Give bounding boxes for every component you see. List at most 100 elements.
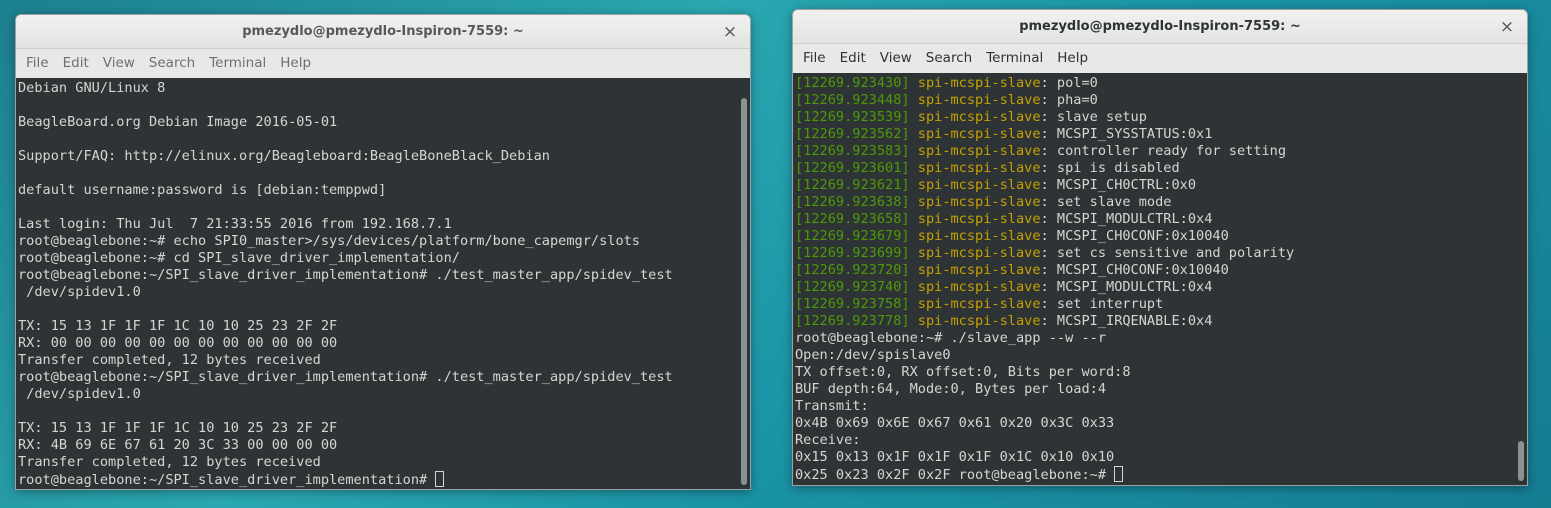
menu-edit[interactable]: Edit bbox=[833, 50, 873, 66]
log-module: spi-mcspi-slave bbox=[917, 194, 1041, 210]
menu-search[interactable]: Search bbox=[142, 55, 202, 71]
terminal-cursor bbox=[1114, 466, 1124, 482]
log-message: : set cs sensitive and polarity bbox=[1040, 245, 1295, 261]
log-module: spi-mcspi-slave bbox=[917, 126, 1041, 142]
menu-file[interactable]: File bbox=[19, 55, 56, 71]
log-module: spi-mcspi-slave bbox=[917, 245, 1041, 261]
window-title: pmezydlo@pmezydlo-Inspiron-7559: ~ bbox=[1019, 19, 1301, 34]
log-message: : MCSPI_IRQENABLE:0x4 bbox=[1040, 313, 1213, 329]
log-module: spi-mcspi-slave bbox=[917, 296, 1041, 312]
menu-view[interactable]: View bbox=[873, 50, 919, 66]
terminal-output[interactable]: Debian GNU/Linux 8 BeagleBoard.org Debian… bbox=[16, 78, 750, 489]
terminal-output[interactable]: [12269.923430] spi-mcspi-slave: pol=0 [12… bbox=[793, 73, 1527, 485]
kernel-log-line: [12269.923740] spi-mcspi-slave: MCSPI_MO… bbox=[795, 279, 1527, 296]
terminal-line: default username:password is [debian:tem… bbox=[18, 182, 387, 198]
menu-search[interactable]: Search bbox=[919, 50, 979, 66]
log-module: spi-mcspi-slave bbox=[917, 279, 1041, 295]
kernel-log-line: [12269.923562] spi-mcspi-slave: MCSPI_SY… bbox=[795, 126, 1527, 143]
terminal-line: TX: 15 13 1F 1F 1F 1C 10 10 25 23 2F 2F bbox=[18, 420, 338, 436]
kernel-log-line: [12269.923539] spi-mcspi-slave: slave se… bbox=[795, 109, 1527, 126]
menu-terminal[interactable]: Terminal bbox=[979, 50, 1050, 66]
terminal-line: Receive: bbox=[795, 432, 861, 448]
scrollbar-thumb[interactable] bbox=[741, 98, 747, 485]
log-message: : MCSPI_CH0CONF:0x10040 bbox=[1040, 262, 1229, 278]
log-timestamp: [12269.923778] bbox=[795, 313, 910, 329]
terminal-window-left[interactable]: pmezydlo@pmezydlo-Inspiron-7559: ~ × Fil… bbox=[15, 14, 751, 490]
terminal-line: BeagleBoard.org Debian Image 2016-05-01 bbox=[18, 114, 338, 130]
scrollbar[interactable] bbox=[738, 78, 750, 489]
log-module: spi-mcspi-slave bbox=[917, 313, 1041, 329]
scrollbar-thumb[interactable] bbox=[1518, 441, 1524, 481]
log-module: spi-mcspi-slave bbox=[917, 262, 1041, 278]
terminal-cursor bbox=[435, 471, 445, 487]
window-titlebar[interactable]: pmezydlo@pmezydlo-Inspiron-7559: ~ × bbox=[16, 15, 750, 49]
log-timestamp: [12269.923720] bbox=[795, 262, 910, 278]
terminal-line: root@beaglebone:~/SPI_slave_driver_imple… bbox=[18, 267, 673, 283]
terminal-line: Transfer completed, 12 bytes received bbox=[18, 454, 321, 470]
log-message: : pol=0 bbox=[1040, 75, 1098, 91]
log-message: : spi is disabled bbox=[1040, 160, 1180, 176]
log-timestamp: [12269.923699] bbox=[795, 245, 910, 261]
log-message: : slave setup bbox=[1040, 109, 1147, 125]
kernel-log-line: [12269.923638] spi-mcspi-slave: set slav… bbox=[795, 194, 1527, 211]
terminal-line: 0x4B 0x69 0x6E 0x67 0x61 0x20 0x3C 0x33 bbox=[795, 415, 1115, 431]
close-icon[interactable]: × bbox=[720, 15, 740, 49]
terminal-line: TX offset:0, RX offset:0, Bits per word:… bbox=[795, 364, 1131, 380]
terminal-line: Last login: Thu Jul 7 21:33:55 2016 from… bbox=[18, 216, 452, 232]
kernel-log-line: [12269.923758] spi-mcspi-slave: set inte… bbox=[795, 296, 1527, 313]
log-timestamp: [12269.923448] bbox=[795, 92, 910, 108]
log-message: : set interrupt bbox=[1040, 296, 1164, 312]
log-timestamp: [12269.923658] bbox=[795, 211, 910, 227]
menu-terminal[interactable]: Terminal bbox=[202, 55, 273, 71]
log-module: spi-mcspi-slave bbox=[917, 92, 1041, 108]
terminal-line: /dev/spidev1.0 bbox=[18, 386, 141, 402]
menubar: File Edit View Search Terminal Help bbox=[16, 49, 750, 77]
kernel-log-line: [12269.923658] spi-mcspi-slave: MCSPI_MO… bbox=[795, 211, 1527, 228]
terminal-line: Transmit: bbox=[795, 398, 869, 414]
log-message: : set slave mode bbox=[1040, 194, 1172, 210]
prompt-text: root@beaglebone:~/SPI_slave_driver_imple… bbox=[18, 472, 436, 488]
log-message: : pha=0 bbox=[1040, 92, 1098, 108]
log-message: : controller ready for setting bbox=[1040, 143, 1287, 159]
log-timestamp: [12269.923539] bbox=[795, 109, 910, 125]
window-title: pmezydlo@pmezydlo-Inspiron-7559: ~ bbox=[242, 24, 524, 39]
log-module: spi-mcspi-slave bbox=[917, 177, 1041, 193]
kernel-log-line: [12269.923679] spi-mcspi-slave: MCSPI_CH… bbox=[795, 228, 1527, 245]
log-module: spi-mcspi-slave bbox=[917, 75, 1041, 91]
scrollbar[interactable] bbox=[1515, 73, 1527, 485]
kernel-log-line: [12269.923699] spi-mcspi-slave: set cs s… bbox=[795, 245, 1527, 262]
log-timestamp: [12269.923430] bbox=[795, 75, 910, 91]
menu-view[interactable]: View bbox=[96, 55, 142, 71]
prompt-line: 0x25 0x23 0x2F 0x2F root@beaglebone:~# bbox=[795, 466, 1527, 483]
log-module: spi-mcspi-slave bbox=[917, 109, 1041, 125]
menu-file[interactable]: File bbox=[796, 50, 833, 66]
terminal-line: Support/FAQ: http://elinux.org/Beagleboa… bbox=[18, 148, 550, 164]
terminal-line: TX: 15 13 1F 1F 1F 1C 10 10 25 23 2F 2F bbox=[18, 318, 338, 334]
terminal-line: root@beaglebone:~# cd SPI_slave_driver_i… bbox=[18, 250, 460, 266]
close-icon[interactable]: × bbox=[1497, 10, 1517, 44]
terminal-line: RX: 4B 69 6E 67 61 20 3C 33 00 00 00 00 bbox=[18, 437, 338, 453]
log-timestamp: [12269.923758] bbox=[795, 296, 910, 312]
window-titlebar[interactable]: pmezydlo@pmezydlo-Inspiron-7559: ~ × bbox=[793, 10, 1527, 44]
log-message: : MCSPI_CH0CTRL:0x0 bbox=[1040, 177, 1197, 193]
log-timestamp: [12269.923621] bbox=[795, 177, 910, 193]
prompt-line: root@beaglebone:~/SPI_slave_driver_imple… bbox=[18, 471, 750, 488]
menu-edit[interactable]: Edit bbox=[56, 55, 96, 71]
log-message: : MCSPI_CH0CONF:0x10040 bbox=[1040, 228, 1229, 244]
menu-help[interactable]: Help bbox=[1050, 50, 1095, 66]
terminal-window-right[interactable]: pmezydlo@pmezydlo-Inspiron-7559: ~ × Fil… bbox=[792, 9, 1528, 486]
log-message: : MCSPI_MODULCTRL:0x4 bbox=[1040, 211, 1213, 227]
terminal-lines: Debian GNU/Linux 8 BeagleBoard.org Debian… bbox=[16, 78, 750, 488]
kernel-log-line: [12269.923778] spi-mcspi-slave: MCSPI_IR… bbox=[795, 313, 1527, 330]
menu-help[interactable]: Help bbox=[273, 55, 318, 71]
terminal-line: root@beaglebone:~# echo SPI0_master>/sys… bbox=[18, 233, 640, 249]
terminal-line: /dev/spidev1.0 bbox=[18, 284, 141, 300]
terminal-line: root@beaglebone:~# ./slave_app --w --r bbox=[795, 330, 1106, 346]
log-timestamp: [12269.923601] bbox=[795, 160, 910, 176]
